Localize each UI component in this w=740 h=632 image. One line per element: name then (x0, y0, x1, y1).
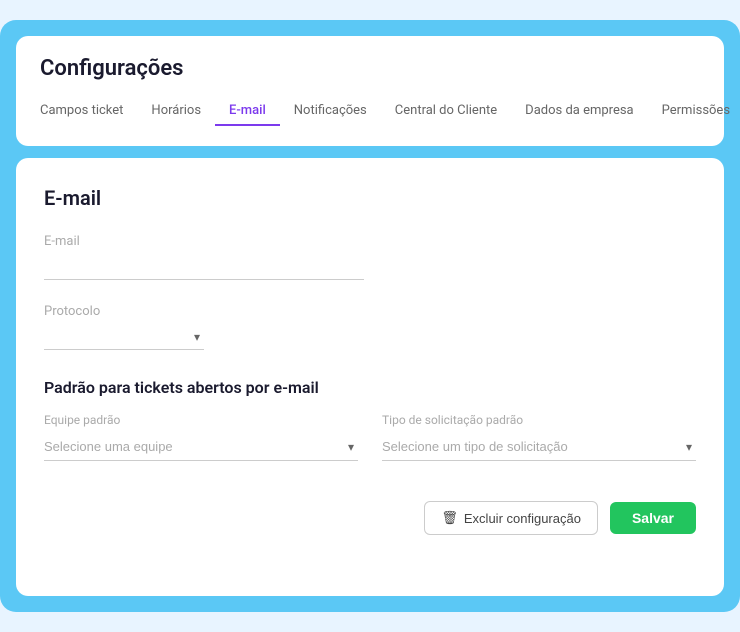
page-container: Configurações Campos ticket Horários E-m… (0, 20, 740, 612)
tab-permissoes[interactable]: Permissões (648, 97, 740, 126)
form-title: E-mail (44, 186, 696, 210)
request-type-select[interactable]: Selecione um tipo de solicitação (382, 433, 696, 460)
tab-central-cliente[interactable]: Central do Cliente (381, 97, 511, 126)
tab-notificacoes[interactable]: Notificações (280, 97, 381, 126)
tab-campos-ticket[interactable]: Campos ticket (40, 97, 137, 126)
protocol-label: Protocolo (44, 304, 696, 319)
page-title: Configurações (40, 56, 700, 81)
tab-dados-empresa[interactable]: Dados da empresa (511, 97, 647, 126)
protocol-field-group: Protocolo IMAP POP3 SMTP ▾ (44, 304, 696, 350)
email-label: E-mail (44, 234, 696, 249)
trash-icon: 🗑 (441, 510, 458, 526)
protocol-select[interactable]: IMAP POP3 SMTP (44, 325, 204, 349)
nav-tabs: Campos ticket Horários E-mail Notificaçõ… (40, 97, 700, 126)
default-section-title: Padrão para tickets abertos por e-mail (44, 378, 696, 397)
team-select-group: Equipe padrão Selecione uma equipe ▾ (44, 413, 358, 461)
save-button[interactable]: Salvar (610, 502, 696, 534)
form-card: E-mail E-mail Protocolo IMAP POP3 SMTP ▾… (16, 158, 724, 596)
request-type-select-wrapper: Selecione um tipo de solicitação ▾ (382, 433, 696, 461)
protocol-select-wrapper: IMAP POP3 SMTP ▾ (44, 325, 204, 350)
email-input[interactable] (44, 255, 364, 280)
team-select[interactable]: Selecione uma equipe (44, 433, 358, 460)
settings-nav-card: Configurações Campos ticket Horários E-m… (16, 36, 724, 146)
request-type-select-group: Tipo de solicitação padrão Selecione um … (382, 413, 696, 461)
tab-horarios[interactable]: Horários (137, 97, 215, 126)
email-field-group: E-mail (44, 234, 696, 280)
defaults-grid: Equipe padrão Selecione uma equipe ▾ Tip… (44, 413, 696, 461)
form-actions: 🗑 Excluir configuração Salvar (44, 501, 696, 535)
request-type-label: Tipo de solicitação padrão (382, 413, 696, 427)
team-label: Equipe padrão (44, 413, 358, 427)
delete-button-label: Excluir configuração (464, 511, 581, 526)
team-select-wrapper: Selecione uma equipe ▾ (44, 433, 358, 461)
delete-button[interactable]: 🗑 Excluir configuração (424, 501, 598, 535)
tab-email[interactable]: E-mail (215, 97, 280, 126)
